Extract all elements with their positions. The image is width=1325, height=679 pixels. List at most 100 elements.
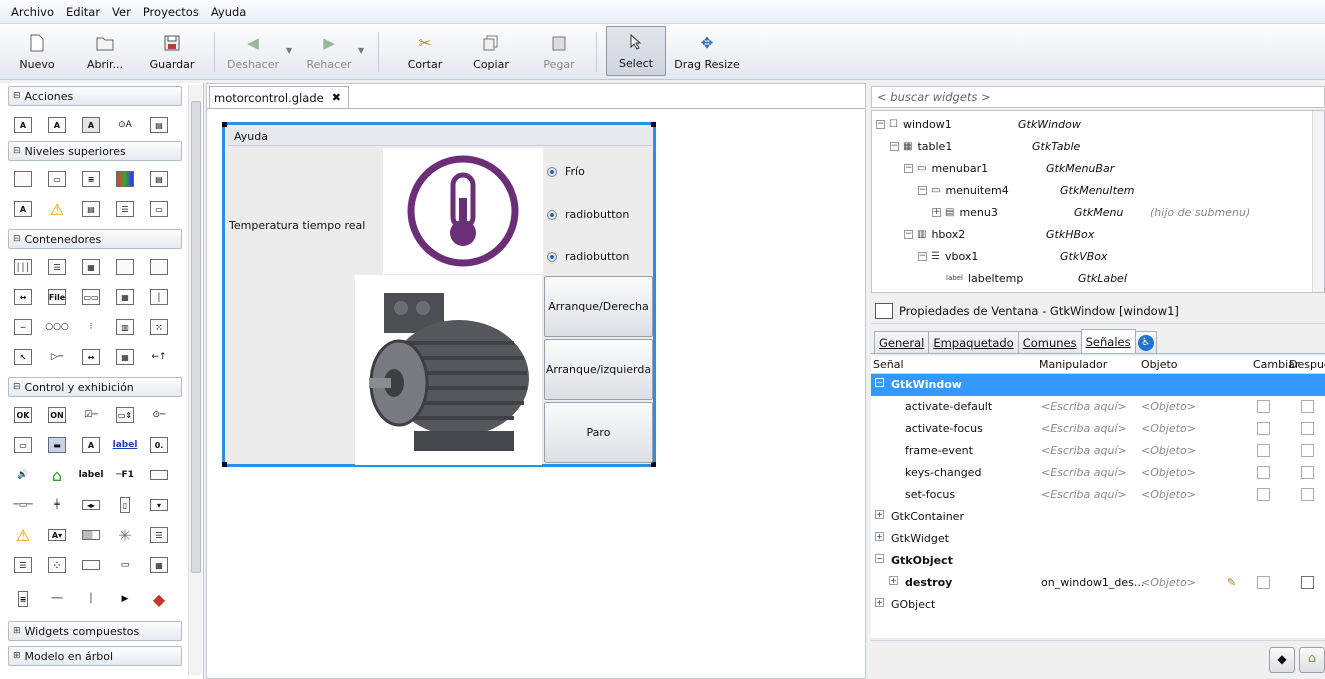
action-icon[interactable]: A [12,114,34,136]
tree-row-menuitem4[interactable]: − ▭ menuitem4 GtkMenuItem [918,179,1306,201]
undo-button[interactable]: ◀ Deshacer [224,26,282,76]
vpaned-icon[interactable]: ─ [12,316,34,338]
widget-search-input[interactable]: < buscar widgets > [871,86,1325,108]
motor-image[interactable] [355,275,542,465]
new-button[interactable]: Nuevo [12,26,62,76]
handler-cell[interactable]: on_window1_des... [1041,576,1144,589]
toggle-action-icon[interactable]: A [46,114,68,136]
object-cell[interactable]: <Objeto> [1141,488,1196,501]
calendar-icon[interactable]: ▦ [148,554,170,576]
message-dialog-icon[interactable]: ≡ [80,168,102,190]
icon-view-icon[interactable]: ⁘ [46,554,68,576]
radio-button-3[interactable]: radiobutton [547,250,629,263]
treeview-icon[interactable]: ☰ [12,554,34,576]
undo-dropdown-icon[interactable]: ▼ [286,46,292,55]
color-button-icon[interactable]: ▬ [46,434,68,456]
signal-row[interactable]: set-focus <Escriba aquí> <Objeto> [871,484,1325,506]
collapse-icon[interactable]: − [876,119,885,129]
combo-box-icon[interactable]: ▾ [148,494,170,516]
frame-icon[interactable] [148,256,170,278]
tab-general[interactable]: General [874,331,930,353]
assistant-icon[interactable]: ▭ [148,198,170,220]
expand-icon[interactable]: + [889,576,898,585]
palette-group-acciones[interactable]: ⊟ Acciones [8,86,182,106]
swap-checkbox[interactable] [1257,400,1270,413]
warning-icon[interactable]: ⚠ [46,198,68,220]
signal-row[interactable]: activate-default <Escriba aquí> <Objeto> [871,396,1325,418]
palette-scrollbar[interactable] [188,85,202,675]
radio-action-icon[interactable]: A [80,114,102,136]
check-button-icon[interactable]: ☑─ [80,404,102,426]
tool-palette-icon[interactable]: ▦ [114,286,136,308]
ruler-icon[interactable]: ≡ [12,588,34,610]
handler-cell[interactable]: <Escriba aquí> [1041,444,1127,457]
collapse-icon[interactable]: − [918,185,927,195]
statusbar-icon[interactable] [80,554,102,576]
temperature-label[interactable]: Temperatura tiempo real [229,219,365,232]
combo-entry-icon[interactable]: A▾ [46,524,68,546]
collapse-icon[interactable]: − [890,141,899,151]
drawing-area-icon[interactable]: ◆ [148,588,170,610]
signal-row-destroy[interactable]: + destroy on_window1_des... <Objeto> ✎ [871,572,1325,594]
after-checkbox[interactable] [1301,576,1314,589]
radio-button-icon[interactable]: ⊙─ [148,404,170,426]
warning-image-icon[interactable]: ⚠ [12,524,34,546]
signal-group-gtkwidget[interactable]: + GtkWidget [871,528,1325,550]
resize-handle[interactable] [222,462,227,467]
hbox-icon[interactable]: │││ [12,256,34,278]
font-dialog-icon[interactable]: A [12,198,34,220]
button-box-icon[interactable]: ○○○ [45,316,69,338]
object-cell[interactable]: <Objeto> [1141,444,1196,457]
fixed-icon[interactable]: ⁙ [148,316,170,338]
paned-icon[interactable]: │ [148,286,170,308]
signal-group-gtkwindow[interactable]: − GtkWindow [871,374,1325,396]
alignment-icon[interactable]: ▷─ [46,346,68,368]
column-handler[interactable]: Manipulador [1039,358,1107,371]
color-dialog-icon[interactable] [114,168,136,190]
volume-button-icon[interactable]: 🔊 [12,464,34,486]
handler-cell[interactable]: <Escriba aquí> [1041,422,1127,435]
layout-icon[interactable]: ▥ [114,316,136,338]
table-icon[interactable]: ▦ [80,256,102,278]
column-object[interactable]: Objeto [1141,358,1178,371]
handler-cell[interactable]: <Escriba aquí> [1041,488,1127,501]
arranque-izquierda-button[interactable]: Arranque/izquierda [544,339,653,400]
textview-icon[interactable]: ☰ [148,524,170,546]
palette-group-modelo-arbol[interactable]: ⊞ Modelo en árbol [8,646,182,666]
signal-group-gobject[interactable]: + GObject [871,594,1325,616]
radio-button-2[interactable]: radiobutton [547,208,629,221]
signal-group-gtkobject[interactable]: − GtkObject [871,550,1325,572]
label-icon[interactable]: label [79,464,104,486]
button-ok-icon[interactable]: OK [12,404,34,426]
paste-button[interactable]: Pegar [534,26,584,76]
hseparator-icon[interactable]: ▭ [114,554,136,576]
signal-row[interactable]: activate-focus <Escriba aquí> <Objeto> [871,418,1325,440]
handler-cell[interactable]: <Escriba aquí> [1041,466,1127,479]
close-icon[interactable]: ✖ [332,91,341,104]
recent-action-icon[interactable]: ⊙A [114,114,136,136]
object-cell[interactable]: <Objeto> [1141,422,1196,435]
clear-button[interactable]: ⌂ [1299,647,1325,673]
dialog-icon[interactable]: ▭ [46,168,68,190]
swap-checkbox[interactable] [1257,422,1270,435]
tree-row-menubar1[interactable]: − ▭ menubar1 GtkMenuBar [904,157,1306,179]
font-button-icon[interactable]: A [80,434,102,456]
expand-icon[interactable]: + [875,598,884,607]
palette-group-compuestos[interactable]: ⊞ Widgets compuestos [8,621,182,641]
radio-frio[interactable]: Frío [547,165,585,178]
menu-ver[interactable]: Ver [106,5,137,19]
tab-comunes[interactable]: Comunes [1017,331,1082,353]
scrollbar-thumb[interactable] [191,101,201,573]
after-checkbox[interactable] [1301,488,1314,501]
tree-row-hbox2[interactable]: − ▥ hbox2 GtkHBox [904,223,1306,245]
collapse-icon[interactable]: − [875,378,884,387]
drag-resize-button[interactable]: ✥ Drag Resize [672,26,742,76]
window-icon[interactable] [12,168,34,190]
hscrollbar-icon[interactable]: ◂▸ [80,494,102,516]
file-dialog-icon[interactable]: ▤ [148,168,170,190]
toggle-button-icon[interactable]: ON [46,404,68,426]
menu-archivo[interactable]: Archivo [5,5,60,19]
object-cell[interactable]: <Objeto> [1141,466,1196,479]
menu-editar[interactable]: Editar [60,5,106,19]
after-checkbox[interactable] [1301,444,1314,457]
